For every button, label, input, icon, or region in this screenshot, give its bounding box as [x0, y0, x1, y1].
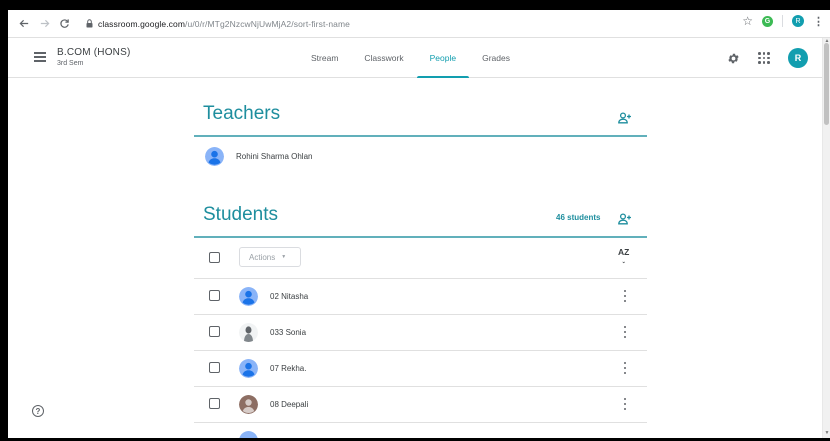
teachers-heading: Teachers: [203, 103, 281, 124]
help-icon[interactable]: ?: [32, 405, 44, 417]
student-name: 08 Deepali: [270, 400, 309, 409]
more-options-icon[interactable]: [622, 326, 628, 338]
select-all-checkbox[interactable]: [209, 252, 220, 263]
photo-brown-avatar: [239, 395, 258, 414]
student-name: 033 Sonia: [270, 328, 307, 337]
default-person-icon: [239, 287, 258, 306]
row-divider: [194, 386, 647, 387]
browser-toolbar: classroom.google.com/u/0/r/MTg2NzcwNjUwM…: [8, 10, 830, 38]
url-path: /u/0/r/MTg2NzcwNjUwMjA2/sort-first-name: [185, 18, 350, 29]
screen-frame: classroom.google.com/u/0/r/MTg2NzcwNjUwM…: [0, 0, 830, 441]
browser-menu-icon[interactable]: ⋮: [813, 15, 824, 28]
more-options-icon[interactable]: [622, 290, 628, 302]
tab-classwork[interactable]: Classwork: [351, 38, 416, 78]
sort-label: AZ: [618, 247, 630, 257]
classroom-header: B.COM (HONS) 3rd Sem Stream Classwork Pe…: [8, 38, 822, 78]
row-divider: [194, 314, 647, 315]
student-checkbox[interactable]: [209, 290, 220, 301]
student-checkbox[interactable]: [209, 326, 220, 337]
sort-az-icon[interactable]: AZ ⌄: [618, 248, 629, 266]
google-apps-icon[interactable]: [758, 52, 770, 64]
caret-down-icon: ▼: [281, 254, 287, 260]
teacher-name: Rohini Sharma Ohlan: [236, 152, 313, 161]
scrollbar-thumb[interactable]: [824, 43, 829, 125]
student-name: 07 Rekha.: [270, 364, 307, 373]
student-name: 02 Nitasha: [270, 292, 309, 301]
class-title[interactable]: B.COM (HONS): [57, 47, 131, 58]
students-heading: Students: [203, 204, 278, 225]
browser-profile-avatar[interactable]: R: [792, 15, 804, 27]
page-scrollbar[interactable]: ▲ ▼: [822, 38, 830, 438]
tab-stream[interactable]: Stream: [298, 38, 351, 78]
actions-label: Actions: [249, 252, 276, 262]
row-divider: [194, 422, 647, 423]
back-arrow-icon[interactable]: [14, 14, 34, 34]
account-avatar[interactable]: R: [788, 48, 808, 68]
forward-arrow-icon[interactable]: [34, 14, 54, 34]
default-person-icon: [239, 431, 258, 438]
invite-student-icon[interactable]: [618, 212, 632, 225]
invite-teacher-icon[interactable]: [618, 111, 632, 124]
default-person-icon: [205, 147, 224, 166]
student-checkbox[interactable]: [209, 362, 220, 373]
grammarly-extension-icon[interactable]: G: [762, 15, 773, 27]
photo-silhouette-avatar: [239, 323, 258, 342]
bookmark-star-icon[interactable]: ☆: [742, 14, 753, 28]
main-menu-icon[interactable]: [34, 52, 46, 62]
browser-actions: ☆ G R ⋮: [742, 14, 824, 28]
row-divider: [194, 278, 647, 279]
reload-icon[interactable]: [54, 14, 74, 34]
tab-people[interactable]: People: [416, 38, 470, 78]
class-section: 3rd Sem: [57, 60, 84, 67]
url-domain: classroom.google.com: [98, 18, 186, 29]
student-count: 46 students: [556, 213, 601, 222]
class-settings-gear-icon[interactable]: [726, 51, 740, 65]
row-divider: [194, 350, 647, 351]
tab-grades[interactable]: Grades: [469, 38, 523, 78]
more-options-icon[interactable]: [622, 398, 628, 410]
class-tabs: Stream Classwork People Grades: [298, 38, 523, 78]
actions-dropdown[interactable]: Actions ▼: [239, 247, 301, 267]
lock-icon[interactable]: [84, 18, 94, 30]
header-actions: R: [726, 48, 808, 68]
default-person-icon: [239, 359, 258, 378]
more-options-icon[interactable]: [622, 362, 628, 374]
students-divider: [194, 236, 647, 238]
teachers-divider: [194, 135, 647, 137]
toolbar-divider: [782, 15, 783, 27]
address-bar[interactable]: classroom.google.com/u/0/r/MTg2NzcwNjUwM…: [98, 19, 350, 29]
scroll-down-icon[interactable]: ▼: [824, 430, 830, 436]
browser-window: classroom.google.com/u/0/r/MTg2NzcwNjUwM…: [8, 10, 830, 438]
student-checkbox[interactable]: [209, 398, 220, 409]
